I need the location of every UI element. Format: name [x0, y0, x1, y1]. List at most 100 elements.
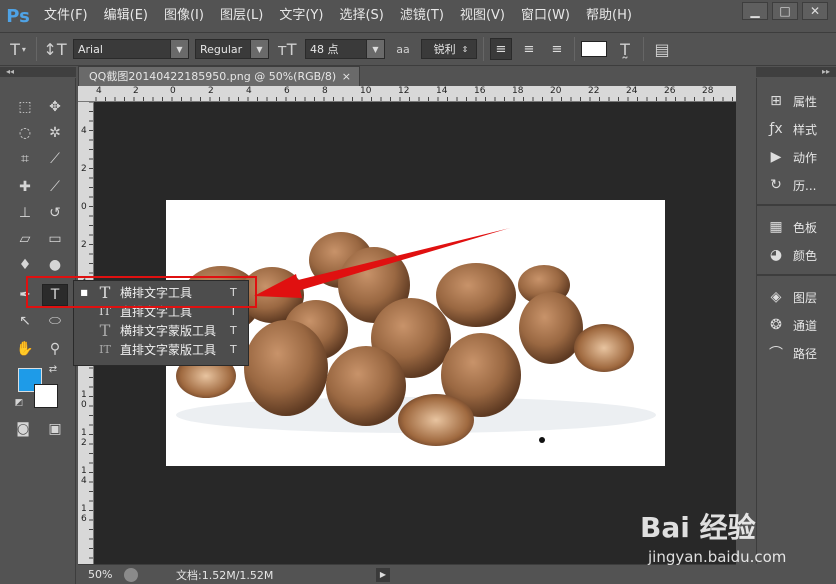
info-icon[interactable] — [124, 567, 138, 582]
panel-swatches[interactable]: ▦ 色板 — [765, 216, 836, 238]
align-center-button[interactable]: ≡ — [518, 38, 540, 60]
ruler-label: 18 — [512, 86, 524, 96]
panel-styles[interactable]: ƒx 样式 — [765, 118, 836, 140]
lasso-tool-icon[interactable]: ◌ — [12, 122, 38, 144]
menu-edit[interactable]: 编辑(E) — [96, 0, 156, 32]
panel-collapse-strip[interactable]: ▸▸ — [756, 67, 836, 77]
panel-label: 历... — [793, 178, 817, 193]
eraser-tool-icon[interactable]: ▱ — [12, 228, 38, 250]
move-tool-icon[interactable]: ✥ — [42, 96, 68, 118]
panel-label: 色板 — [793, 220, 818, 235]
ruler-label: 1 4 — [81, 466, 87, 486]
document-info: 文档:1.52M/1.52M — [176, 568, 274, 582]
chevron-down-icon: ▼ — [366, 40, 384, 58]
type-tool-preset-icon[interactable]: T ▾ — [6, 37, 30, 61]
maximize-button[interactable]: □ — [772, 2, 798, 20]
document-tab[interactable]: QQ截图20140422185950.png @ 50%(RGB/8) × — [78, 66, 360, 86]
default-colors-icon[interactable]: ◩ — [12, 396, 26, 410]
divider — [574, 37, 575, 61]
minimize-button[interactable]: ▁ — [742, 2, 768, 20]
close-button[interactable]: ✕ — [802, 2, 828, 20]
panel-label: 样式 — [793, 122, 818, 137]
menu-select[interactable]: 选择(S) — [331, 0, 391, 32]
panel-history[interactable]: ↻ 历... — [765, 174, 836, 196]
options-bar: T ▾ ↕T Arial ▼ Regular ▼ тT 48 点 ▼ aa 锐利 … — [0, 32, 836, 66]
flyout-item-horizontal-type-mask[interactable]: T 横排文字蒙版工具 T — [74, 321, 248, 340]
horizontal-type-mask-icon: T — [99, 321, 111, 340]
panel-label: 通道 — [793, 318, 818, 333]
menu-view[interactable]: 视图(V) — [452, 0, 513, 32]
warp-text-icon[interactable]: T̰ — [613, 37, 637, 61]
zoom-tool-icon[interactable]: ⚲ — [42, 338, 68, 360]
zoom-level[interactable]: 50% — [78, 568, 124, 581]
quick-mask-icon[interactable]: ◙ — [10, 418, 36, 440]
ruler-label: 1 0 — [81, 390, 87, 410]
swap-colors-icon[interactable]: ⇄ — [46, 362, 60, 376]
blur-tool-icon[interactable]: ♦ — [12, 254, 38, 276]
shortcut-key: T — [230, 343, 237, 356]
eyedropper-tool-icon[interactable]: ⟋ — [42, 148, 68, 170]
magic-wand-tool-icon[interactable]: ✲ — [42, 122, 68, 144]
ruler-label: 8 — [322, 86, 328, 96]
panel-properties[interactable]: ⊞ 属性 — [765, 90, 836, 112]
healing-brush-tool-icon[interactable]: ✚ — [12, 176, 38, 198]
character-panel-icon[interactable]: ▤ — [650, 37, 674, 61]
menu-image[interactable]: 图像(I) — [156, 0, 212, 32]
hand-tool-icon[interactable]: ✋ — [12, 338, 38, 360]
status-bar: 50% 文档:1.52M/1.52M ▶ — [78, 564, 736, 584]
font-family-dropdown[interactable]: Arial ▼ — [73, 39, 189, 59]
font-size-dropdown[interactable]: 48 点 ▼ — [305, 39, 385, 59]
ruler-label: 4 — [81, 126, 87, 136]
menu-layer[interactable]: 图层(L) — [212, 0, 271, 32]
toggle-orientation-icon[interactable]: ↕T — [43, 37, 67, 61]
menu-file[interactable]: 文件(F) — [36, 0, 96, 32]
crop-tool-icon[interactable]: ⌗ — [12, 148, 38, 170]
path-selection-tool-icon[interactable]: ↖ — [12, 310, 38, 332]
gradient-tool-icon[interactable]: ▭ — [42, 228, 68, 250]
photoshop-logo: Ps — [6, 5, 30, 27]
font-size-icon: тT — [277, 39, 297, 59]
panel-label: 动作 — [793, 150, 818, 165]
panel-channels[interactable]: ❂ 通道 — [765, 314, 836, 336]
status-menu-arrow-icon[interactable]: ▶ — [376, 567, 390, 582]
panel-layers[interactable]: ◈ 图层 — [765, 286, 836, 308]
screen-mode-icon[interactable]: ▣ — [42, 418, 68, 440]
menu-window[interactable]: 窗口(W) — [513, 0, 578, 32]
text-color-swatch[interactable] — [581, 41, 607, 57]
shape-tool-icon[interactable]: ⬭ — [42, 310, 68, 332]
ruler-horizontal[interactable]: 4 2 0 2 4 6 8 10 12 14 16 18 20 22 24 26… — [78, 86, 736, 102]
divider — [36, 37, 37, 61]
ruler-label: 12 — [398, 86, 410, 96]
font-size-value: 48 点 — [310, 43, 339, 56]
font-family-value: Arial — [78, 42, 103, 56]
panel-paths[interactable]: ⌒ 路径 — [765, 342, 836, 364]
ruler-label: 4 — [246, 86, 252, 96]
dodge-tool-icon[interactable]: ● — [42, 254, 68, 276]
panel-color[interactable]: ◕ 颜色 — [765, 244, 836, 266]
panel-actions[interactable]: ▶ 动作 — [765, 146, 836, 168]
ruler-label: 4 — [96, 86, 102, 96]
chevron-down-icon: ▼ — [170, 40, 188, 58]
clone-stamp-tool-icon[interactable]: ⊥ — [12, 202, 38, 224]
flyout-item-vertical-type-mask[interactable]: IT 直排文字蒙版工具 T — [74, 340, 248, 359]
menu-help[interactable]: 帮助(H) — [578, 0, 640, 32]
antialias-icon: aa — [396, 42, 410, 56]
watermark-url: jingyan.baidu.com — [648, 548, 787, 566]
close-tab-icon[interactable]: × — [342, 67, 351, 86]
ruler-label: 24 — [626, 86, 638, 96]
toolbar-collapse-strip[interactable]: ◂◂ — [0, 67, 76, 77]
antialias-dropdown[interactable]: 锐利 ⇕ — [421, 39, 477, 59]
menu-filter[interactable]: 滤镜(T) — [392, 0, 452, 32]
align-right-button[interactable]: ≡ — [546, 38, 568, 60]
font-style-dropdown[interactable]: Regular ▼ — [195, 39, 269, 59]
align-left-button[interactable]: ≡ — [490, 38, 512, 60]
ruler-label: 28 — [702, 86, 714, 96]
menu-type[interactable]: 文字(Y) — [271, 0, 331, 32]
background-color-swatch[interactable] — [34, 384, 58, 408]
brush-tool-icon[interactable]: ⟋ — [42, 176, 68, 198]
paths-icon: ⌒ — [769, 346, 783, 362]
font-style-value: Regular — [200, 42, 243, 56]
ruler-label: 2 — [81, 164, 87, 174]
history-brush-tool-icon[interactable]: ↺ — [42, 202, 68, 224]
marquee-tool-icon[interactable]: ⬚ — [12, 96, 38, 118]
